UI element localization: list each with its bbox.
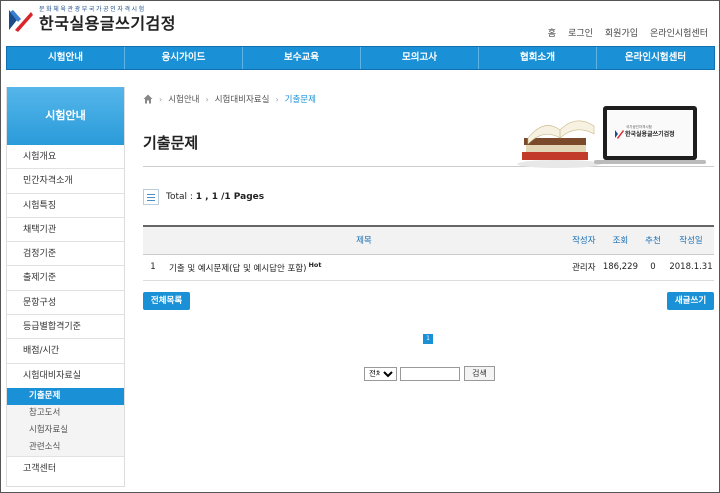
sidebar-item-features[interactable]: 시험특징 [7, 194, 124, 218]
board-table: 제목 작성자 조회 추천 작성일 1 기출 및 예시문제(답 및 예시답안 포함… [143, 225, 714, 281]
screen-small-text: 국가공인자격시험 [626, 124, 652, 129]
sidebar-title: 시험안내 [7, 87, 124, 145]
nav-item-online-center[interactable]: 온라인시험센터 [597, 47, 714, 69]
sidebar-item-question-criteria[interactable]: 출제기준 [7, 266, 124, 291]
breadcrumb-item-current: 기출문제 [284, 95, 316, 105]
sidebar-item-overview[interactable]: 시험개요 [7, 145, 124, 170]
breadcrumb-separator-icon: › [159, 94, 163, 104]
nav-item-exam-info[interactable]: 시험안내 [7, 47, 125, 69]
total-count: 1 , 1 /1 Pages [195, 192, 265, 202]
sidebar-item-composition[interactable]: 문항구성 [7, 291, 124, 316]
sidebar-item-criteria[interactable]: 검정기준 [7, 242, 124, 267]
search-input[interactable] [400, 366, 460, 381]
row-author: 관리자 [564, 254, 603, 281]
row-number: 1 [143, 254, 163, 281]
list-all-button[interactable]: 전체목록 [143, 292, 190, 310]
top-link-home[interactable]: 홈 [548, 26, 556, 39]
home-icon[interactable] [143, 94, 153, 104]
sidebar-item-customer-center[interactable]: 고객센터 [7, 455, 124, 480]
total-label: Total : [166, 192, 196, 202]
sidebar-sub-references[interactable]: 참고도서 [7, 405, 124, 422]
row-title-link[interactable]: 기출 및 예시문제(답 및 예시답안 포함) [169, 263, 306, 273]
write-button[interactable]: 새글쓰기 [667, 292, 714, 310]
sidebar-item-adopters[interactable]: 채택기관 [7, 218, 124, 243]
logo-emblem-icon [7, 8, 33, 32]
row-views: 186,229 [602, 254, 638, 281]
logo-subtitle: 문화체육관광부국가공인자격시험 [39, 6, 146, 13]
top-link-signup[interactable]: 회원가입 [605, 26, 638, 39]
sidebar-item-grade-pass[interactable]: 등급별합격기준 [7, 315, 124, 340]
sidebar-sub-news[interactable]: 관련소식 [7, 439, 124, 456]
row-likes: 0 [638, 254, 668, 281]
column-title: 제목 [163, 225, 565, 255]
breadcrumb-separator-icon: › [275, 94, 279, 104]
hot-badge: Hot [308, 260, 322, 269]
breadcrumb: › 시험안내 › 시험대비자료실 › 기출문제 [143, 93, 316, 105]
banner-illustration: 국가공인자격시험 한국실용글쓰기검정 [514, 100, 714, 170]
sidebar-sub-materials[interactable]: 시험자료실 [7, 422, 124, 439]
logo-title: 한국실용글쓰기검정 [39, 14, 176, 33]
total-row: Total : 1 , 1 /1 Pages [143, 189, 264, 205]
nav-item-about[interactable]: 협회소개 [479, 47, 597, 69]
screen-title-text: 한국실용글쓰기검정 [625, 130, 675, 138]
column-views: 조회 [602, 225, 638, 255]
search-button[interactable]: 검색 [464, 366, 495, 381]
top-link-login[interactable]: 로그인 [568, 26, 593, 39]
row-date: 2018.1.31 [668, 254, 714, 281]
top-links: 홈 로그인 회원가입 온라인시험센터 [548, 26, 708, 39]
top-link-online-center[interactable]: 온라인시험센터 [650, 26, 708, 39]
sidebar-item-private-cert[interactable]: 민간자격소개 [7, 169, 124, 194]
pagination-page-current[interactable]: 1 [423, 334, 433, 344]
sidebar-sub-past-exams[interactable]: 기출문제 [7, 387, 124, 405]
sidebar-item-resources[interactable]: 시험대비자료실 [7, 364, 124, 388]
search-scope-select[interactable]: 전체 [364, 366, 397, 381]
main-nav: 시험안내 응시가이드 보수교육 모의고사 협회소개 온라인시험센터 [6, 46, 715, 70]
column-author: 작성자 [564, 225, 603, 255]
nav-item-mock-test[interactable]: 모의고사 [361, 47, 479, 69]
column-date: 작성일 [668, 225, 714, 255]
sidebar-sub-list: 기출문제 참고도서 시험자료실 관련소식 [7, 387, 124, 456]
nav-item-guide[interactable]: 응시가이드 [125, 47, 243, 69]
column-likes: 추천 [638, 225, 668, 255]
page-title: 기출문제 [143, 134, 199, 152]
sidebar-item-scoring-time[interactable]: 배점/시간 [7, 339, 124, 364]
nav-item-training[interactable]: 보수교육 [243, 47, 361, 69]
site-logo[interactable]: 문화체육관광부국가공인자격시험 한국실용글쓰기검정 [7, 6, 176, 34]
table-header-row: 제목 작성자 조회 추천 작성일 [143, 225, 714, 255]
breadcrumb-item-resources[interactable]: 시험대비자료실 [215, 93, 270, 105]
search-form: 전체 검색 [364, 366, 495, 381]
table-row[interactable]: 1 기출 및 예시문제(답 및 예시답안 포함) Hot 관리자 186,229 … [143, 254, 714, 281]
breadcrumb-item-exam-info[interactable]: 시험안내 [168, 93, 199, 105]
breadcrumb-separator-icon: › [205, 94, 209, 104]
sidebar: 시험안내 시험개요 민간자격소개 시험특징 채택기관 검정기준 출제기준 문항구… [6, 87, 125, 487]
list-icon [143, 189, 159, 205]
